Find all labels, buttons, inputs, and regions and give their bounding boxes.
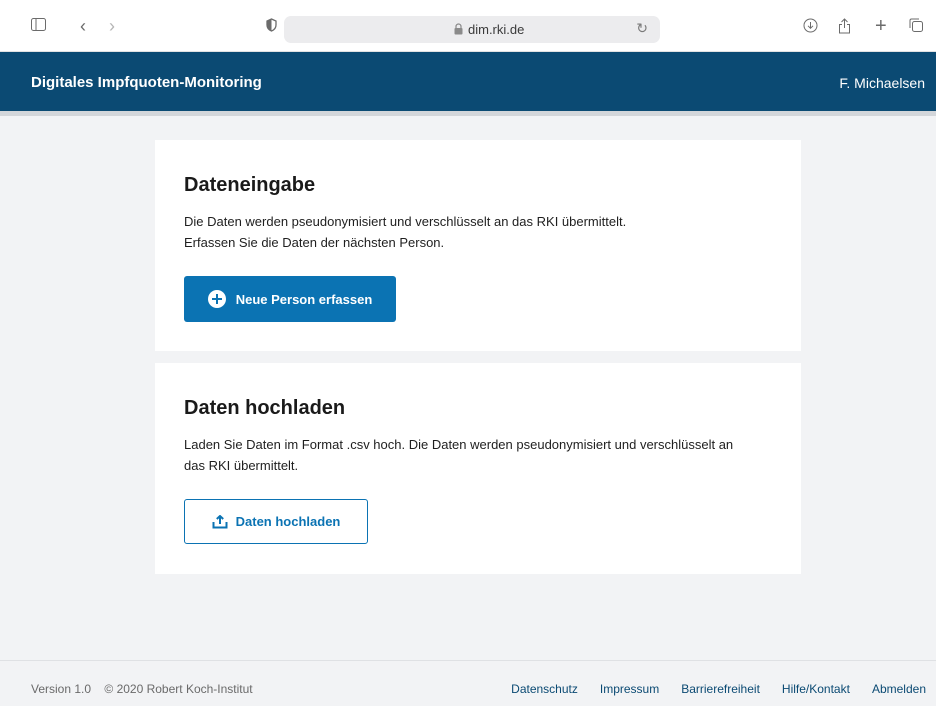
footer-link-datenschutz[interactable]: Datenschutz xyxy=(511,682,578,696)
app-title[interactable]: Digitales Impfquoten-Monitoring xyxy=(31,74,262,91)
reload-icon[interactable]: ↻ xyxy=(636,20,648,37)
shield-icon[interactable] xyxy=(266,18,277,32)
footer-link-abmelden[interactable]: Abmelden xyxy=(872,682,926,696)
lock-icon xyxy=(454,23,463,35)
upload-button-label: Daten hochladen xyxy=(235,514,341,529)
copyright-text: © 2020 Robert Koch-Institut xyxy=(104,682,253,696)
footer-links: Datenschutz Impressum Barrierefreiheit H… xyxy=(489,682,926,696)
back-icon[interactable]: ‹ xyxy=(80,17,86,35)
sidebar-icon[interactable] xyxy=(31,18,46,31)
header-divider xyxy=(0,111,936,116)
share-icon[interactable] xyxy=(838,18,851,34)
version-text: Version 1.0 xyxy=(31,682,92,696)
new-person-button[interactable]: Neue Person erfassen xyxy=(184,276,396,322)
user-name[interactable]: F. Michaelsen xyxy=(839,75,925,91)
data-entry-text-line2: Erfassen Sie die Daten der nächsten Pers… xyxy=(184,235,445,250)
data-entry-card: Dateneingabe Die Daten werden pseudonymi… xyxy=(155,140,801,351)
upload-text-line2: das RKI übermittelt. xyxy=(184,458,299,473)
footer-link-barrierefreiheit[interactable]: Barrierefreiheit xyxy=(681,682,760,696)
address-bar[interactable]: dim.rki.de ↻ xyxy=(284,16,660,43)
add-circle-icon xyxy=(207,290,226,308)
download-icon[interactable] xyxy=(803,18,818,33)
tabs-icon[interactable] xyxy=(909,18,923,32)
url-text: dim.rki.de xyxy=(468,22,525,37)
upload-icon xyxy=(212,514,228,528)
app-header: Digitales Impfquoten-Monitoring F. Micha… xyxy=(0,52,936,111)
upload-text-line1: Laden Sie Daten im Format .csv hoch. Die… xyxy=(184,437,734,452)
data-entry-title: Dateneingabe xyxy=(184,174,316,196)
footer-link-hilfe-kontakt[interactable]: Hilfe/Kontakt xyxy=(782,682,850,696)
footer-link-impressum[interactable]: Impressum xyxy=(600,682,659,696)
upload-button[interactable]: Daten hochladen xyxy=(184,499,368,544)
new-tab-icon[interactable]: + xyxy=(875,16,887,36)
new-person-button-label: Neue Person erfassen xyxy=(235,291,373,307)
footer-info: Version 1.0 © 2020 Robert Koch-Institut xyxy=(31,682,253,696)
upload-title: Daten hochladen xyxy=(184,397,346,419)
data-entry-text-line1: Die Daten werden pseudonymisiert und ver… xyxy=(184,214,627,229)
upload-card: Daten hochladen Laden Sie Daten im Forma… xyxy=(155,363,801,574)
browser-toolbar: ‹ › dim.rki.de ↻ + xyxy=(0,0,936,52)
footer: Version 1.0 © 2020 Robert Koch-Institut … xyxy=(0,660,936,706)
forward-icon[interactable]: › xyxy=(109,17,115,35)
